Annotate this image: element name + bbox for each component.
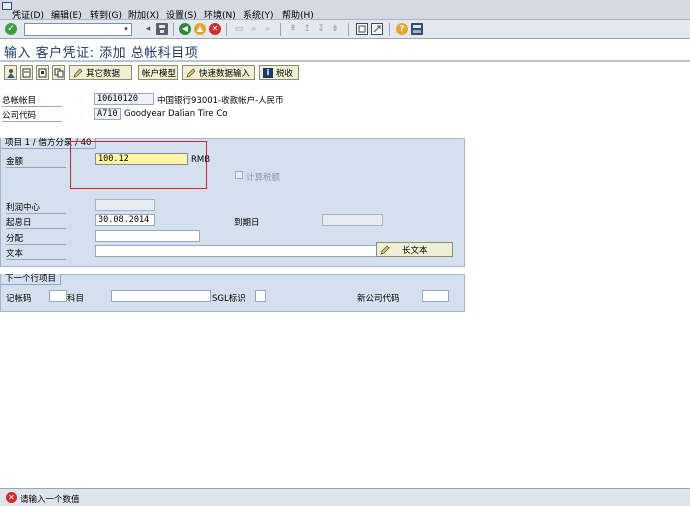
calculate-tax-checkbox[interactable] <box>235 171 243 179</box>
title-divider <box>0 60 690 62</box>
gl-account-description: 中国银行93001-收款帐户-人民币 <box>157 96 284 106</box>
status-message[interactable]: 请输入一个数值 <box>20 493 80 505</box>
menu-bar: 凭证(D) 编辑(E) 转到(G) 附加(X) 设置(S) 环境(N) 系统(Y… <box>0 0 690 21</box>
posting-key-input[interactable] <box>49 290 67 302</box>
application-toolbar: 其它数据 帐户模型 快速数据输入 i 税收 <box>0 63 690 83</box>
next-page-icon: ↧ <box>317 24 325 34</box>
posting-key-label: 记帐码 <box>6 294 32 304</box>
print-icon: ▭ <box>234 24 244 34</box>
back-icon[interactable]: ◀ <box>179 23 191 35</box>
display-document-icon[interactable] <box>36 65 49 80</box>
last-page-icon: ⇟ <box>331 24 339 34</box>
sgl-indicator-input[interactable] <box>255 290 266 302</box>
person-icon[interactable] <box>4 65 17 80</box>
command-dropdown-icon[interactable]: ▾ <box>121 24 131 35</box>
amount-label: 金额 <box>6 155 66 168</box>
command-field[interactable] <box>24 23 132 36</box>
profit-center-field <box>95 199 155 211</box>
fast-data-entry-button[interactable]: 快速数据输入 <box>182 65 255 80</box>
tax-button[interactable]: i 税收 <box>259 65 299 80</box>
cancel-icon[interactable]: ✕ <box>209 23 221 35</box>
find-next-icon: ⌕ <box>265 24 271 34</box>
standard-toolbar: ✓ ▾ ◂ ◀ ▲ ✕ ▭ ⌕ ⌕ ⇞ ↥ ↧ ⇟ ? <box>0 20 690 39</box>
company-code-field: A710 <box>94 108 121 120</box>
account-label: 科目 <box>67 294 85 304</box>
gl-account-label: 总帐帐目 <box>2 94 62 107</box>
exit-icon[interactable]: ▲ <box>194 23 206 35</box>
sgl-indicator-label: SGL标识 <box>212 294 246 304</box>
new-session-icon[interactable] <box>356 23 368 35</box>
save-icon[interactable] <box>156 23 168 35</box>
status-bar: ✕ 请输入一个数值 <box>0 488 690 506</box>
page-title: 输入 客户凭证: 添加 总帐科目项 <box>4 46 199 61</box>
other-data-button[interactable]: 其它数据 <box>69 65 132 80</box>
due-date-label: 到期日 <box>234 218 260 228</box>
system-menu-icon[interactable] <box>2 2 12 10</box>
info-icon: i <box>263 67 273 78</box>
edit-pencil-icon <box>380 245 390 255</box>
new-company-code-label: 新公司代码 <box>357 294 400 304</box>
text-input[interactable] <box>95 245 377 257</box>
long-text-button[interactable]: 长文本 <box>376 242 453 257</box>
value-date-input[interactable]: 30.08.2014 <box>95 214 155 226</box>
next-item-group-title: 下一个行项目 <box>1 274 62 285</box>
previous-page-icon: ↥ <box>303 24 311 34</box>
find-icon: ⌕ <box>251 24 257 34</box>
layout-menu-icon[interactable] <box>411 23 423 35</box>
calculate-tax-label: 计算税额 <box>246 173 281 183</box>
assignment-input[interactable] <box>95 230 200 242</box>
new-company-code-input[interactable] <box>422 290 449 302</box>
assignment-label: 分配 <box>6 232 66 245</box>
enter-check-icon[interactable]: ✓ <box>5 23 17 35</box>
account-input[interactable] <box>111 290 211 302</box>
gl-account-field: 10610120 <box>94 93 154 105</box>
account-model-button[interactable]: 帐户模型 <box>138 65 178 80</box>
shortcut-icon[interactable] <box>371 23 383 35</box>
edit-pencil-icon <box>73 68 83 78</box>
copy-icon[interactable] <box>52 65 65 80</box>
company-name: Goodyear Dalian Tire Co <box>124 109 228 119</box>
help-icon[interactable]: ? <box>396 23 408 35</box>
due-date-field <box>322 214 383 226</box>
error-icon: ✕ <box>6 492 17 503</box>
back-arrow-icon[interactable]: ◂ <box>142 23 154 35</box>
document-icon[interactable] <box>20 65 33 80</box>
company-code-label: 公司代码 <box>2 109 62 122</box>
first-page-icon: ⇞ <box>289 24 297 34</box>
profit-center-label: 利润中心 <box>6 201 66 214</box>
value-date-label: 起息日 <box>6 216 66 229</box>
amount-highlight-box <box>70 141 207 189</box>
next-item-group-box: 下一个行项目 记帐码 科目 SGL标识 新公司代码 <box>0 274 465 312</box>
edit-pencil-icon <box>186 68 196 78</box>
text-label: 文本 <box>6 247 66 260</box>
